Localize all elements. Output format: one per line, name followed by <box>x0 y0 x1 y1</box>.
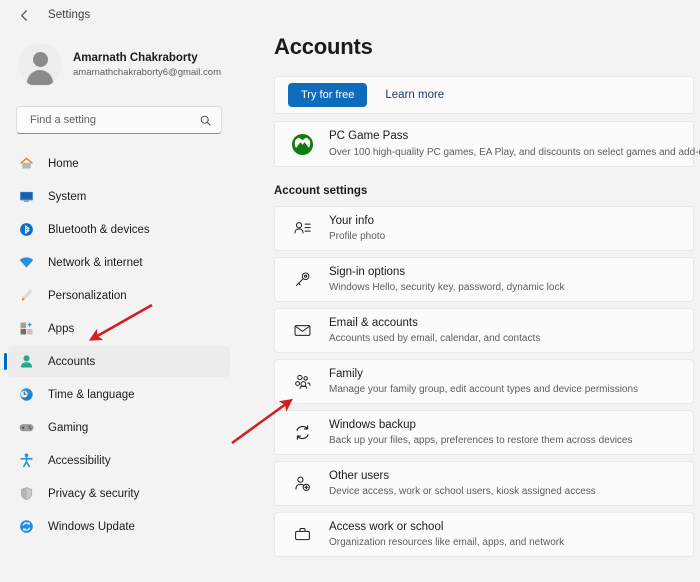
search-input[interactable] <box>28 113 199 127</box>
back-arrow-icon[interactable] <box>14 5 34 25</box>
accessibility-icon <box>18 452 35 469</box>
sidebar-item-bluetooth-devices[interactable]: Bluetooth & devices <box>8 214 230 245</box>
row-subtitle: Windows Hello, security key, password, d… <box>329 282 565 294</box>
gamepad-icon <box>18 419 35 436</box>
sidebar-item-label: Gaming <box>48 421 89 434</box>
sidebar-item-system[interactable]: System <box>8 181 230 212</box>
row-subtitle: Accounts used by email, calendar, and co… <box>329 333 541 345</box>
title-bar: Settings <box>0 0 238 30</box>
sidebar-item-privacy-security[interactable]: Privacy & security <box>8 478 230 509</box>
sync-icon <box>18 518 35 535</box>
setting-row-family[interactable]: Family Manage your family group, edit ac… <box>274 359 694 404</box>
search-box[interactable] <box>16 106 222 134</box>
row-subtitle: Profile photo <box>329 231 386 243</box>
sidebar-item-label: Network & internet <box>48 256 143 269</box>
row-title: Windows backup <box>329 418 416 431</box>
account-email: amarnathchakraborty6@gmail.com <box>73 67 221 79</box>
sidebar-item-apps[interactable]: Apps <box>8 313 230 344</box>
monitor-icon <box>18 188 35 205</box>
row-title: Family <box>329 367 363 380</box>
sidebar-item-label: Home <box>48 157 79 170</box>
learn-more-link[interactable]: Learn more <box>385 89 444 101</box>
sidebar-item-label: Bluetooth & devices <box>48 223 150 236</box>
promo-card: Try for free Learn more <box>274 76 694 114</box>
game-pass-text: PC Game Pass Over 100 high-quality PC ga… <box>329 129 700 159</box>
game-pass-title: PC Game Pass <box>329 130 409 143</box>
account-text: Amarnath Chakraborty amarnathchakraborty… <box>73 51 221 79</box>
main-content: Accounts Try for free Learn more PC Game… <box>238 0 700 582</box>
briefcase-icon <box>292 525 312 545</box>
sidebar-item-accessibility[interactable]: Accessibility <box>8 445 230 476</box>
game-pass-subtitle: Over 100 high-quality PC games, EA Play,… <box>329 146 700 158</box>
bluetooth-icon <box>18 221 35 238</box>
home-icon <box>18 155 35 172</box>
backup-sync-icon <box>292 423 312 443</box>
your-info-icon <box>292 219 312 239</box>
row-subtitle: Device access, work or school users, kio… <box>329 486 596 498</box>
search-container <box>0 92 238 144</box>
row-text: Sign-in options Windows Hello, security … <box>329 265 564 295</box>
sidebar-item-home[interactable]: Home <box>8 148 230 179</box>
row-subtitle: Manage your family group, edit account t… <box>329 384 639 396</box>
avatar-body <box>27 70 53 85</box>
row-subtitle: Back up your files, apps, preferences to… <box>329 435 633 447</box>
sidebar-item-label: Personalization <box>48 289 127 302</box>
setting-row-other-users[interactable]: Other users Device access, work or schoo… <box>274 461 694 506</box>
envelope-icon <box>292 321 312 341</box>
window-title: Settings <box>48 9 91 21</box>
settings-window: Settings Amarnath Chakraborty amarnathch… <box>0 0 700 582</box>
pc-game-pass-card[interactable]: PC Game Pass Over 100 high-quality PC ga… <box>274 121 700 167</box>
sidebar-item-network-internet[interactable]: Network & internet <box>8 247 230 278</box>
sidebar-item-personalization[interactable]: Personalization <box>8 280 230 311</box>
sidebar-item-label: Apps <box>48 322 75 335</box>
family-icon <box>292 372 312 392</box>
sidebar-nav: Home System Bluetooth & devices Network … <box>0 144 238 542</box>
search-icon[interactable] <box>199 114 212 127</box>
clock-globe-icon <box>18 386 35 403</box>
row-text: Email & accounts Accounts used by email,… <box>329 316 540 346</box>
sidebar-item-time-language[interactable]: Time & language <box>8 379 230 410</box>
setting-row-windows-backup[interactable]: Windows backup Back up your files, apps,… <box>274 410 694 455</box>
account-name: Amarnath Chakraborty <box>73 51 198 64</box>
shield-icon <box>18 485 35 502</box>
sidebar: Settings Amarnath Chakraborty amarnathch… <box>0 0 238 582</box>
row-title: Sign-in options <box>329 265 406 278</box>
row-title: Other users <box>329 469 390 482</box>
row-title: Access work or school <box>329 520 444 533</box>
row-text: Other users Device access, work or schoo… <box>329 469 596 499</box>
xbox-icon <box>291 133 314 156</box>
apps-icon <box>18 320 35 337</box>
sidebar-item-label: Accessibility <box>48 454 111 467</box>
person-icon <box>18 353 35 370</box>
setting-row-access-work-or-school[interactable]: Access work or school Organization resou… <box>274 512 694 557</box>
avatar-head <box>32 52 48 67</box>
row-title: Email & accounts <box>329 316 418 329</box>
sidebar-item-accounts[interactable]: Accounts <box>4 346 230 377</box>
account-summary[interactable]: Amarnath Chakraborty amarnathchakraborty… <box>0 30 238 92</box>
paintbrush-icon <box>18 287 35 304</box>
sidebar-item-label: System <box>48 190 87 203</box>
setting-row-email-accounts[interactable]: Email & accounts Accounts used by email,… <box>274 308 694 353</box>
row-text: Family Manage your family group, edit ac… <box>329 367 638 397</box>
row-subtitle: Organization resources like email, apps,… <box>329 537 565 549</box>
sidebar-item-windows-update[interactable]: Windows Update <box>8 511 230 542</box>
sidebar-item-label: Time & language <box>48 388 135 401</box>
row-text: Your info Profile photo <box>329 214 385 244</box>
section-label-account-settings: Account settings <box>274 185 368 197</box>
sidebar-item-gaming[interactable]: Gaming <box>8 412 230 443</box>
row-text: Access work or school Organization resou… <box>329 520 564 550</box>
avatar <box>18 43 62 87</box>
sidebar-item-label: Privacy & security <box>48 487 140 500</box>
try-for-free-button[interactable]: Try for free <box>288 83 368 107</box>
sidebar-item-label: Accounts <box>48 355 96 368</box>
row-title: Your info <box>329 214 374 227</box>
key-icon <box>292 270 312 290</box>
sidebar-item-label: Windows Update <box>48 520 135 533</box>
wifi-icon <box>18 254 35 271</box>
setting-row-sign-in-options[interactable]: Sign-in options Windows Hello, security … <box>274 257 694 302</box>
page-title: Accounts <box>274 34 373 59</box>
setting-row-your-info[interactable]: Your info Profile photo <box>274 206 694 251</box>
row-text: Windows backup Back up your files, apps,… <box>329 418 632 448</box>
add-user-icon <box>292 474 312 494</box>
